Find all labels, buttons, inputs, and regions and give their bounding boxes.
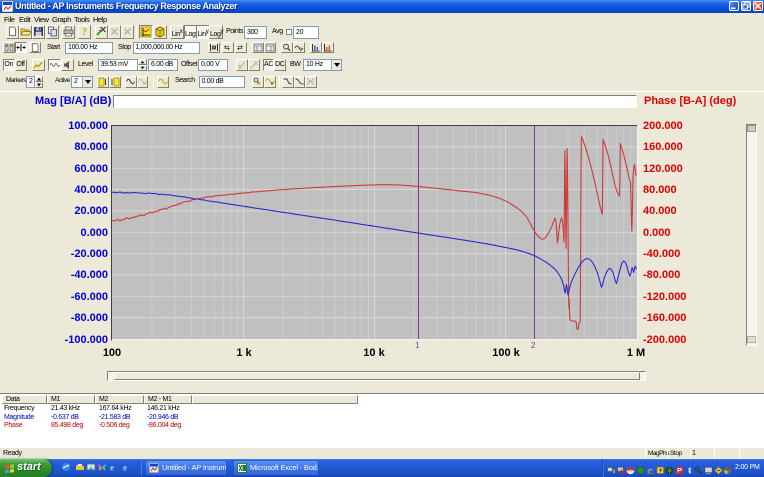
svg-text:e: e xyxy=(110,463,114,473)
svg-text:⇄: ⇄ xyxy=(237,45,243,52)
svg-text:?: ? xyxy=(82,27,87,37)
svg-text:⇆: ⇆ xyxy=(224,45,230,52)
svg-text:e: e xyxy=(123,463,127,473)
svg-text:?: ? xyxy=(299,48,302,52)
